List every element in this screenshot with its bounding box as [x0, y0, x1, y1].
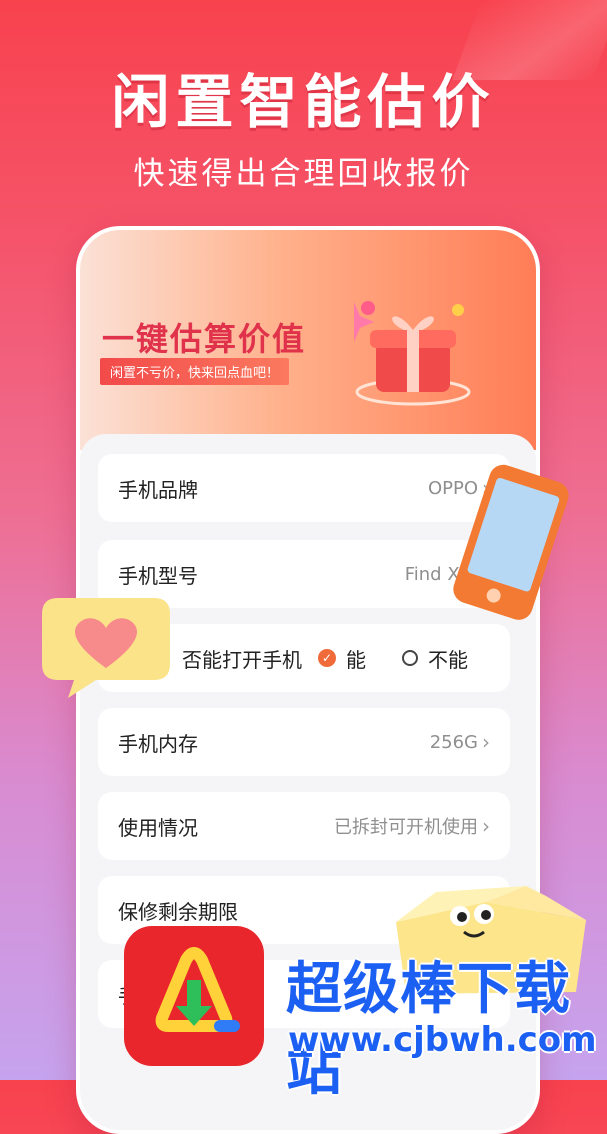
- power-on-label: 否能打开手机: [182, 647, 302, 672]
- power-on-options: ✓ 能 不能: [318, 644, 468, 673]
- usage-row[interactable]: 使用情况 已拆封可开机使用 ›: [98, 792, 510, 860]
- banner-tagline: 闲置不亏价，快来回点血吧！: [100, 358, 290, 385]
- storage-value: 256G ›: [430, 730, 490, 754]
- storage-label: 手机内存: [118, 731, 198, 756]
- chevron-right-icon: ›: [482, 730, 490, 754]
- brand-label: 手机品牌: [118, 477, 198, 502]
- phone-icon: [453, 464, 569, 620]
- warranty-label: 保修剩余期限: [118, 899, 238, 924]
- model-label: 手机型号: [118, 563, 198, 588]
- radio-no[interactable]: 不能: [402, 644, 468, 673]
- watermark-url: www.cjbwh.com: [288, 1020, 597, 1060]
- banner-title: 一键估算价值: [102, 320, 307, 358]
- usage-value: 已拆封可开机使用 ›: [334, 813, 490, 839]
- page-subtitle: 快速得出合理回收报价: [133, 156, 474, 192]
- valuation-banner: 一键估算价值 闲置不亏价，快来回点血吧！: [80, 230, 536, 450]
- page-title: 闲置智能估价: [111, 68, 496, 136]
- checked-radio-icon: ✓: [318, 649, 336, 667]
- heart-bubble-icon: [42, 598, 170, 698]
- gift-box-icon: [354, 301, 471, 406]
- unchecked-radio-icon: [402, 650, 418, 666]
- chevron-right-icon: ›: [482, 814, 490, 838]
- radio-yes-label: 能: [346, 647, 366, 672]
- radio-yes[interactable]: ✓ 能: [318, 644, 366, 673]
- watermark-logo: [124, 926, 264, 1066]
- radio-no-label: 不能: [428, 647, 468, 672]
- usage-label: 使用情况: [118, 815, 198, 840]
- usage-value-text: 已拆封可开机使用: [334, 817, 478, 838]
- storage-row[interactable]: 手机内存 256G ›: [98, 708, 510, 776]
- storage-value-text: 256G: [429, 731, 478, 753]
